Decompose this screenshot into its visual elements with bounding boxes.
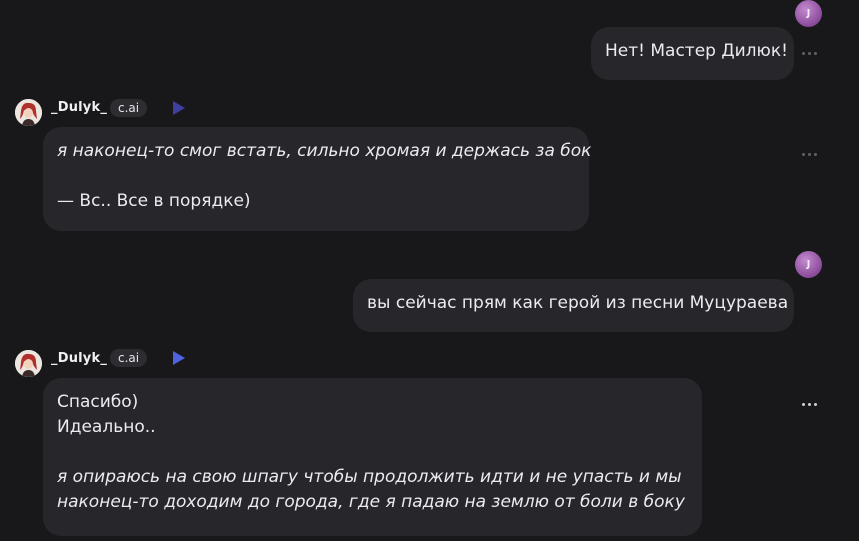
- user-message-text: вы сейчас прям как герой из песни Муцура…: [367, 293, 789, 313]
- user-message-text: Нет! Мастер Дилюк!: [605, 41, 788, 61]
- bot-message-line: Идеально..: [57, 417, 156, 437]
- bot-message-line: Спасибо): [57, 392, 139, 412]
- bot-message-line: — Вс.. Все в порядке): [57, 191, 251, 211]
- play-icon[interactable]: [173, 101, 185, 115]
- bot-message-bubble: я наконец-то смог встать, сильно хромая …: [43, 127, 592, 231]
- bot-message-line: я наконец-то смог встать, сильно хромая …: [57, 141, 592, 161]
- cai-badge: c.ai: [110, 99, 148, 117]
- more-options-icon[interactable]: [802, 50, 817, 56]
- user-avatar-letter: J: [806, 259, 811, 270]
- bot-avatar[interactable]: [15, 99, 42, 126]
- more-options-icon[interactable]: [802, 401, 817, 407]
- user-message-bubble: вы сейчас прям как герой из песни Муцура…: [353, 279, 794, 332]
- user-message-bubble: Нет! Мастер Дилюк!: [591, 27, 794, 80]
- bot-name: _Dulyk_: [51, 100, 108, 115]
- user-avatar[interactable]: J: [795, 0, 822, 27]
- user-avatar[interactable]: J: [795, 251, 822, 278]
- bot-message-line: я опираюсь на свою шпагу чтобы продолжит…: [57, 467, 682, 487]
- cai-badge: c.ai: [110, 349, 148, 367]
- more-options-icon[interactable]: [802, 151, 817, 157]
- bot-name: _Dulyk_: [51, 351, 108, 366]
- bot-message-line: [57, 440, 688, 465]
- character-portrait-icon: [15, 99, 42, 126]
- character-portrait-icon: [15, 350, 42, 377]
- bot-message-bubble: Спасибо) Идеально.. я опираюсь на свою ш…: [43, 378, 702, 536]
- bot-avatar[interactable]: [15, 350, 42, 377]
- bot-message-line: наконец-то доходим до города, где я пада…: [57, 492, 685, 512]
- bot-message-line: [57, 164, 575, 189]
- play-icon[interactable]: [173, 351, 185, 365]
- user-avatar-letter: J: [806, 8, 811, 19]
